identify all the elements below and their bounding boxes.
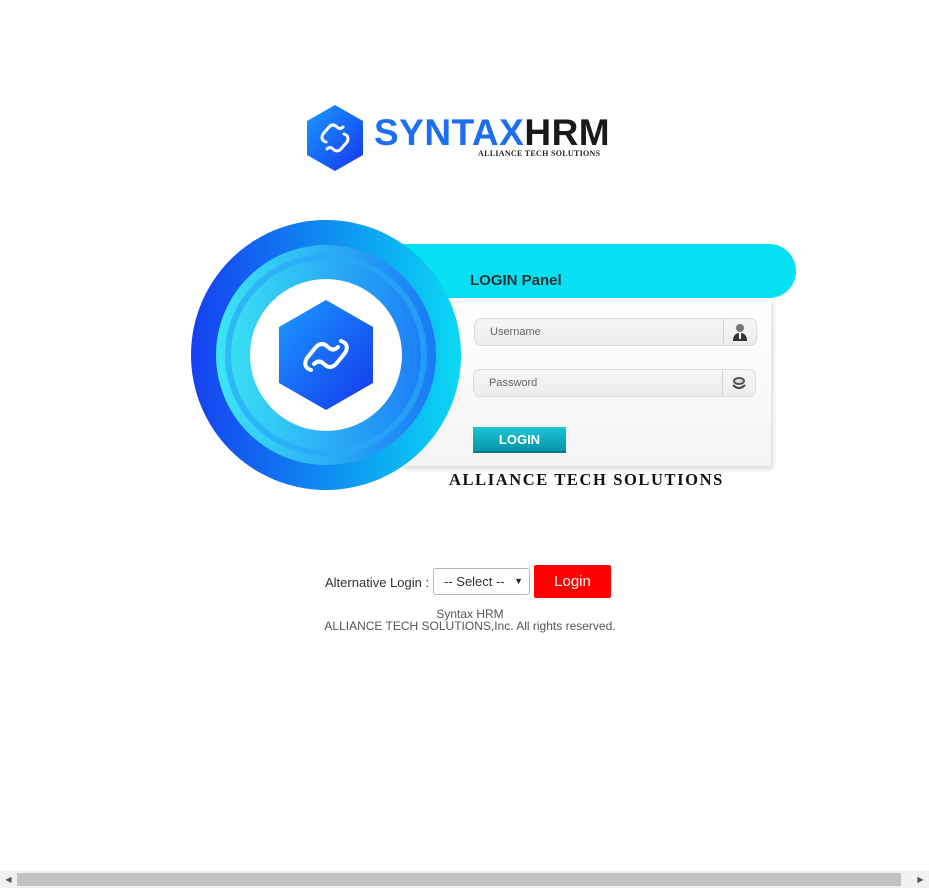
brand-logo: SYNTAXHRM ALLIANCE TECH SOLUTIONS	[304, 103, 614, 173]
scrollbar-thumb[interactable]	[17, 873, 901, 886]
panel-title: LOGIN Panel	[470, 272, 562, 289]
username-field[interactable]	[474, 318, 757, 346]
emblem-circle	[191, 220, 461, 490]
scroll-right-icon[interactable]: ▶	[912, 871, 929, 888]
alternative-login-button[interactable]: Login	[534, 565, 611, 598]
alternative-login-select[interactable]: -- Select -- ▼	[433, 568, 530, 595]
user-icon	[723, 319, 756, 345]
password-icon	[722, 370, 755, 396]
login-button[interactable]: LOGIN	[473, 427, 566, 453]
username-input[interactable]	[475, 319, 725, 345]
chevron-down-icon: ▼	[514, 576, 523, 586]
alternative-login-label: Alternative Login :	[325, 575, 430, 590]
footer-copyright: ALLIANCE TECH SOLUTIONS,Inc. All rights …	[324, 619, 616, 633]
password-field[interactable]	[473, 369, 756, 397]
brand-subtitle: ALLIANCE TECH SOLUTIONS	[478, 149, 601, 158]
select-value: -- Select --	[444, 574, 505, 589]
horizontal-scrollbar[interactable]: ◀ ▶	[0, 871, 929, 888]
company-caption: ALLIANCE TECH SOLUTIONS	[449, 470, 724, 489]
login-page: SYNTAXHRM ALLIANCE TECH SOLUTIONS LOGIN …	[0, 0, 929, 888]
syntax-hex-logo-icon	[307, 105, 363, 171]
brand-name: SYNTAXHRM	[374, 112, 611, 153]
scroll-left-icon[interactable]: ◀	[0, 871, 17, 888]
password-input[interactable]	[474, 370, 724, 396]
